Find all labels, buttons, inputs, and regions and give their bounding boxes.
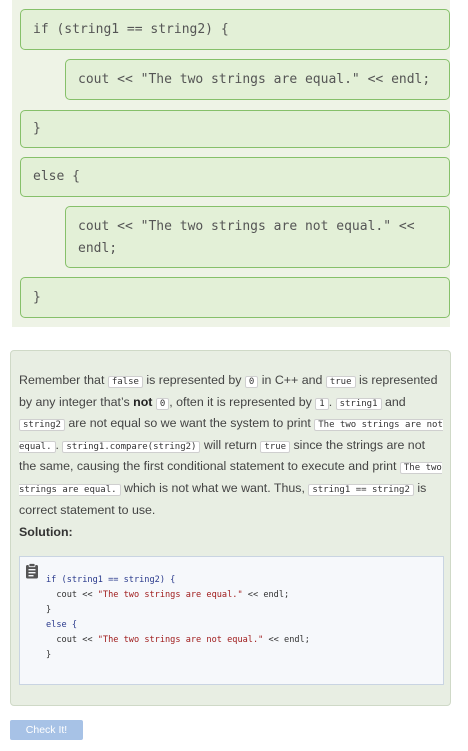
inline-code: string1	[335, 397, 382, 410]
explanation-panel: Remember that false is represented by 0 …	[10, 350, 451, 706]
code-line: if (string1 == string2) {	[46, 575, 176, 585]
inline-code: 0	[244, 376, 259, 388]
text: , often it is represented by	[169, 394, 316, 409]
inline-code: string1 == string2	[308, 483, 414, 496]
code-text: cout <<	[46, 635, 98, 645]
code-block-close-brace-2[interactable]: }	[20, 277, 450, 318]
text: in C++ and	[258, 373, 326, 387]
code-block-cout-equal[interactable]: cout << "The two strings are equal." << …	[65, 59, 450, 100]
text: are not equal so we want the system to p…	[64, 416, 315, 431]
text: will return	[200, 437, 261, 452]
code-block-text: cout << "The two strings are not equal."…	[78, 219, 415, 256]
solution-code: if (string1 == string2) { cout << "The t…	[46, 573, 310, 663]
code-block-text: }	[33, 289, 41, 305]
inline-code: 1	[315, 397, 329, 410]
code-block-else[interactable]: else {	[20, 157, 450, 197]
inline-code: 0	[155, 397, 170, 410]
text: .	[328, 394, 336, 409]
bold-text: not	[133, 394, 153, 409]
text: and	[381, 394, 406, 409]
text: Remember that	[19, 373, 108, 387]
parsons-blocks-area: if (string1 == string2) { cout << "The t…	[12, 0, 450, 327]
inline-code: string2	[19, 419, 65, 432]
code-block-text: else {	[33, 169, 80, 184]
explanation-text: Remember that false is represented by 0 …	[19, 371, 444, 520]
code-text: << endl;	[263, 635, 310, 645]
code-block-cout-not-equal[interactable]: cout << "The two strings are not equal."…	[65, 206, 450, 268]
inline-code: string1.compare(string2)	[62, 440, 201, 453]
solution-title: Solution:	[19, 525, 73, 539]
code-text: cout <<	[46, 590, 98, 600]
code-string: "The two strings are equal."	[97, 590, 243, 600]
code-line: }	[46, 605, 52, 615]
code-line: }	[46, 650, 52, 660]
code-block-text: cout << "The two strings are equal." << …	[78, 71, 431, 87]
code-text: << endl;	[242, 590, 290, 600]
clipboard-icon[interactable]	[25, 563, 39, 579]
code-block-if[interactable]: if (string1 == string2) {	[20, 9, 450, 50]
inline-code: false	[107, 376, 143, 388]
code-string: "The two strings are not equal."	[97, 635, 264, 645]
text: is represented by	[142, 373, 245, 387]
inline-code: true	[260, 440, 291, 453]
text: which is not what we want. Thus,	[120, 480, 309, 495]
code-line: else {	[46, 620, 78, 630]
solution-code-box: if (string1 == string2) { cout << "The t…	[19, 556, 444, 685]
check-it-button[interactable]: Check It!	[10, 720, 83, 740]
code-block-close-brace[interactable]: }	[20, 110, 450, 148]
inline-code: true	[325, 376, 356, 388]
code-block-text: if (string1 == string2) {	[33, 21, 229, 37]
code-block-text: }	[33, 121, 41, 136]
